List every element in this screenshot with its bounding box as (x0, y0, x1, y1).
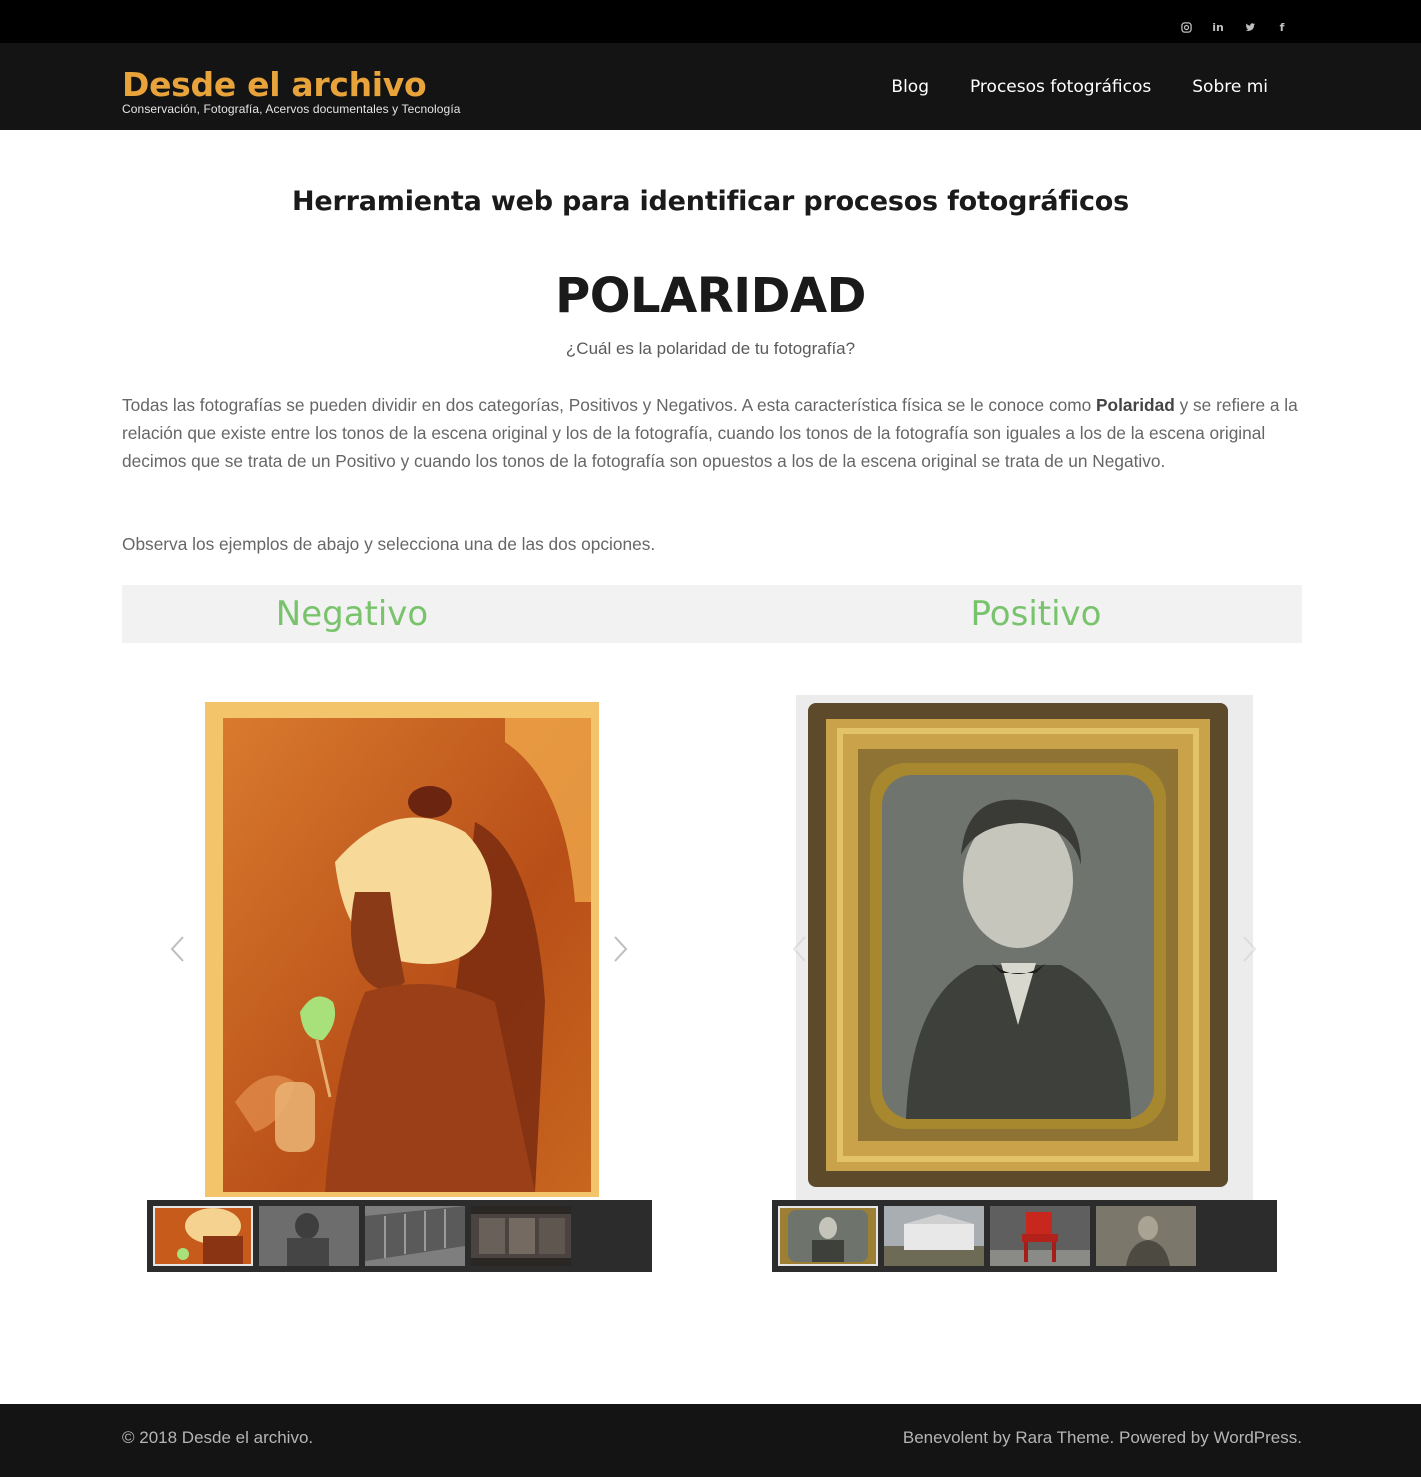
negative-thumbnails (147, 1200, 652, 1272)
thumbnail-negative-1[interactable] (153, 1206, 253, 1266)
positive-thumbnails (772, 1200, 1277, 1272)
site-tagline: Conservación, Fotografía, Acervos docume… (122, 102, 461, 116)
site-title[interactable]: Desde el archivo (122, 67, 461, 103)
site-header: Desde el archivo Conservación, Fotografí… (0, 43, 1421, 130)
negative-main-image (205, 702, 599, 1197)
social-links: in f (1177, 18, 1291, 36)
facebook-icon[interactable]: f (1273, 18, 1291, 36)
option-positivo[interactable]: Positivo (712, 585, 1302, 643)
question-text: ¿Cuál es la polaridad de tu fotografía? (565, 339, 856, 358)
twitter-icon[interactable] (1241, 18, 1259, 36)
negative-gallery (147, 690, 652, 1272)
thumbnail-positive-2[interactable] (884, 1206, 984, 1266)
main-nav: Blog Procesos fotográficos Sobre mi (891, 43, 1268, 130)
footer-wordpress-link[interactable]: WordPress (1214, 1428, 1298, 1447)
thumbnail-positive-3[interactable] (990, 1206, 1090, 1266)
footer-copyright: © 2018 Desde el archivo. (122, 1428, 314, 1447)
linkedin-icon[interactable]: in (1209, 18, 1227, 36)
site-footer: © 2018 Desde el archivo. Benevolent by R… (0, 1404, 1421, 1477)
negative-next-arrow[interactable] (610, 934, 630, 964)
description-paragraph: Todas las fotografías se pueden dividir … (122, 391, 1302, 475)
top-bar: in f (0, 0, 1421, 43)
positive-gallery (772, 690, 1277, 1272)
section-title: POLARIDAD (555, 268, 866, 324)
description-bold: Polaridad (1096, 395, 1175, 415)
nav-item-procesos[interactable]: Procesos fotográficos (970, 77, 1151, 97)
nav-item-blog[interactable]: Blog (891, 77, 929, 97)
instruction-paragraph: Observa los ejemplos de abajo y seleccio… (122, 534, 656, 554)
instagram-icon[interactable] (1177, 18, 1195, 36)
polarity-options: Negativo Positivo (122, 585, 1302, 643)
thumbnail-negative-4[interactable] (471, 1206, 571, 1266)
page-title: Herramienta web para identificar proceso… (292, 186, 1129, 217)
footer-theme-link[interactable]: Benevolent by Rara Theme. (903, 1428, 1114, 1447)
brand: Desde el archivo Conservación, Fotografí… (122, 67, 461, 117)
positive-next-arrow[interactable] (1239, 934, 1259, 964)
option-negativo[interactable]: Negativo (122, 585, 712, 643)
thumbnail-positive-4[interactable] (1096, 1206, 1196, 1266)
footer-powered-text: Powered by (1114, 1428, 1214, 1447)
footer-credit: Benevolent by Rara Theme. Powered by Wor… (903, 1428, 1302, 1448)
nav-item-sobre-mi[interactable]: Sobre mi (1192, 77, 1268, 97)
footer-period: . (1297, 1428, 1302, 1447)
thumbnail-negative-3[interactable] (365, 1206, 465, 1266)
positive-prev-arrow[interactable] (790, 934, 810, 964)
description-text-a: Todas las fotografías se pueden dividir … (122, 395, 1097, 415)
positive-main-image (796, 695, 1253, 1200)
negative-prev-arrow[interactable] (168, 934, 188, 964)
thumbnail-positive-1[interactable] (778, 1206, 878, 1266)
thumbnail-negative-2[interactable] (259, 1206, 359, 1266)
